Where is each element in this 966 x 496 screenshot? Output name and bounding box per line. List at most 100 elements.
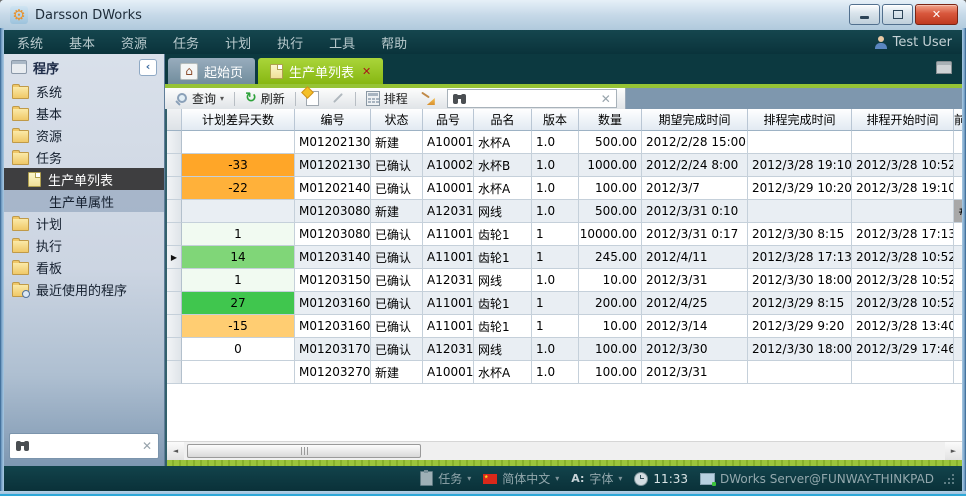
cell-note[interactable] (954, 292, 962, 315)
cell-qty[interactable]: 500.00 (579, 200, 642, 223)
cell-sched_start[interactable]: 2012/3/28 19:10 (852, 177, 954, 200)
cell-diff[interactable] (182, 361, 295, 384)
cell-sched_start[interactable]: 2012/3/28 10:52 (852, 269, 954, 292)
column-header[interactable]: 状态 (371, 109, 423, 131)
row-selector[interactable] (167, 223, 182, 246)
cell-expect_finish[interactable]: 2012/4/11 (642, 246, 748, 269)
minimize-button[interactable] (849, 4, 880, 25)
cell-item_name[interactable]: 网线 (474, 269, 532, 292)
cell-sched_start[interactable] (852, 361, 954, 384)
cell-item_no[interactable]: A11001 (423, 315, 474, 338)
cell-sched_start[interactable] (852, 131, 954, 154)
cell-code[interactable]: M012031501 (295, 269, 371, 292)
cell-status[interactable]: 新建 (371, 361, 423, 384)
cell-version[interactable]: 1.0 (532, 200, 579, 223)
sidebar-item[interactable]: 最近使用的程序 (4, 278, 164, 300)
cell-version[interactable]: 1.0 (532, 154, 579, 177)
cell-status[interactable]: 已确认 (371, 154, 423, 177)
cell-status[interactable]: 已确认 (371, 292, 423, 315)
new-button[interactable] (301, 89, 324, 108)
cell-qty[interactable]: 100.00 (579, 338, 642, 361)
sidebar-item[interactable]: 系统 (4, 80, 164, 102)
cell-status[interactable]: 新建 (371, 200, 423, 223)
table-row[interactable]: 27M012031601已确认A11001齿轮11200.002012/4/25… (167, 292, 962, 315)
row-selector[interactable] (167, 361, 182, 384)
float-window-icon[interactable] (936, 61, 952, 74)
table-row[interactable]: 1M012031501已确认A12031网线1.010.002012/3/312… (167, 269, 962, 292)
menu-item[interactable]: 计划 (212, 30, 264, 54)
sidebar-item[interactable]: 生产单列表 (4, 168, 164, 190)
sidebar-item[interactable]: 生产单属性 (4, 190, 164, 212)
cell-sched_finish[interactable] (748, 361, 852, 384)
cell-note[interactable] (954, 315, 962, 338)
cell-sched_finish[interactable] (748, 131, 852, 154)
cell-diff[interactable]: 1 (182, 223, 295, 246)
column-header[interactable]: 品号 (423, 109, 474, 131)
cell-diff[interactable] (182, 131, 295, 154)
row-selector[interactable] (167, 315, 182, 338)
cell-sched_finish[interactable]: 2012/3/30 18:00 (748, 269, 852, 292)
cell-version[interactable]: 1 (532, 223, 579, 246)
scrollbar-thumb[interactable] (187, 444, 421, 458)
cell-item_no[interactable]: A11001 (423, 292, 474, 315)
cell-item_name[interactable]: 网线 (474, 338, 532, 361)
cell-version[interactable]: 1.0 (532, 131, 579, 154)
sidebar-item[interactable]: 基本 (4, 102, 164, 124)
table-row[interactable]: M012021301新建A10001水杯A1.0500.002012/2/28 … (167, 131, 962, 154)
cell-note[interactable] (954, 177, 962, 200)
cell-code[interactable]: M012021301 (295, 131, 371, 154)
cell-item_no[interactable]: A10001 (423, 361, 474, 384)
cell-code[interactable]: M012021401 (295, 177, 371, 200)
sidebar-search-input[interactable] (35, 438, 136, 454)
column-header[interactable]: 排程开始时间 (852, 109, 954, 131)
cell-expect_finish[interactable]: 2012/3/31 (642, 361, 748, 384)
font-dropdown[interactable]: A: 字体 (571, 470, 622, 487)
task-dropdown[interactable]: 任务 (420, 470, 471, 487)
cell-code[interactable]: M012031402 (295, 246, 371, 269)
column-header[interactable]: 品名 (474, 109, 532, 131)
table-row[interactable]: 0M012031701已确认A12031网线1.0100.002012/3/30… (167, 338, 962, 361)
cell-expect_finish[interactable]: 2012/3/31 (642, 269, 748, 292)
cell-code[interactable]: M012030801 (295, 200, 371, 223)
cell-item_no[interactable]: A12031 (423, 269, 474, 292)
cell-version[interactable]: 1.0 (532, 269, 579, 292)
cell-expect_finish[interactable]: 2012/3/7 (642, 177, 748, 200)
close-button[interactable] (915, 4, 958, 25)
cell-expect_finish[interactable]: 2012/3/14 (642, 315, 748, 338)
toolbar-search-clear-icon[interactable] (601, 92, 611, 106)
tab-inactive[interactable]: 起始页 (168, 58, 255, 84)
menu-item[interactable]: 系统 (4, 30, 56, 54)
edit-button[interactable] (326, 89, 350, 108)
cell-status[interactable]: 已确认 (371, 269, 423, 292)
restore-button[interactable] (882, 4, 913, 25)
cell-item_no[interactable]: A10001 (423, 131, 474, 154)
sidebar-item[interactable]: 计划 (4, 212, 164, 234)
cell-version[interactable]: 1.0 (532, 338, 579, 361)
cell-expect_finish[interactable]: 2012/2/28 15:00 (642, 131, 748, 154)
cell-code[interactable]: M012031701 (295, 338, 371, 361)
cell-note[interactable] (954, 246, 962, 269)
cell-expect_finish[interactable]: 2012/2/24 8:00 (642, 154, 748, 177)
cell-qty[interactable]: 100.00 (579, 177, 642, 200)
sidebar-search-clear-icon[interactable] (142, 439, 152, 453)
table-row[interactable]: -22M012021401已确认A10001水杯A1.0100.002012/3… (167, 177, 962, 200)
cell-note[interactable] (954, 154, 962, 177)
cell-sched_finish[interactable]: 2012/3/28 17:13 (748, 246, 852, 269)
cell-sched_finish[interactable]: 2012/3/29 10:20 (748, 177, 852, 200)
cell-qty[interactable]: 10.00 (579, 315, 642, 338)
scroll-left-icon[interactable] (167, 442, 184, 460)
menu-item[interactable]: 基本 (56, 30, 108, 54)
cell-item_name[interactable]: 水杯B (474, 154, 532, 177)
tab-active[interactable]: 生产单列表 (258, 58, 383, 84)
row-selector[interactable] (167, 200, 182, 223)
sidebar-item[interactable]: 资源 (4, 124, 164, 146)
cell-item_name[interactable]: 水杯A (474, 131, 532, 154)
cell-version[interactable]: 1 (532, 292, 579, 315)
horizontal-scrollbar[interactable] (167, 441, 962, 460)
cell-qty[interactable]: 10000.00 (579, 223, 642, 246)
cell-version[interactable]: 1.0 (532, 177, 579, 200)
cell-diff[interactable]: -33 (182, 154, 295, 177)
cell-sched_start[interactable]: 2012/3/28 10:52 (852, 154, 954, 177)
cell-qty[interactable]: 1000.00 (579, 154, 642, 177)
scroll-right-icon[interactable] (945, 442, 962, 460)
